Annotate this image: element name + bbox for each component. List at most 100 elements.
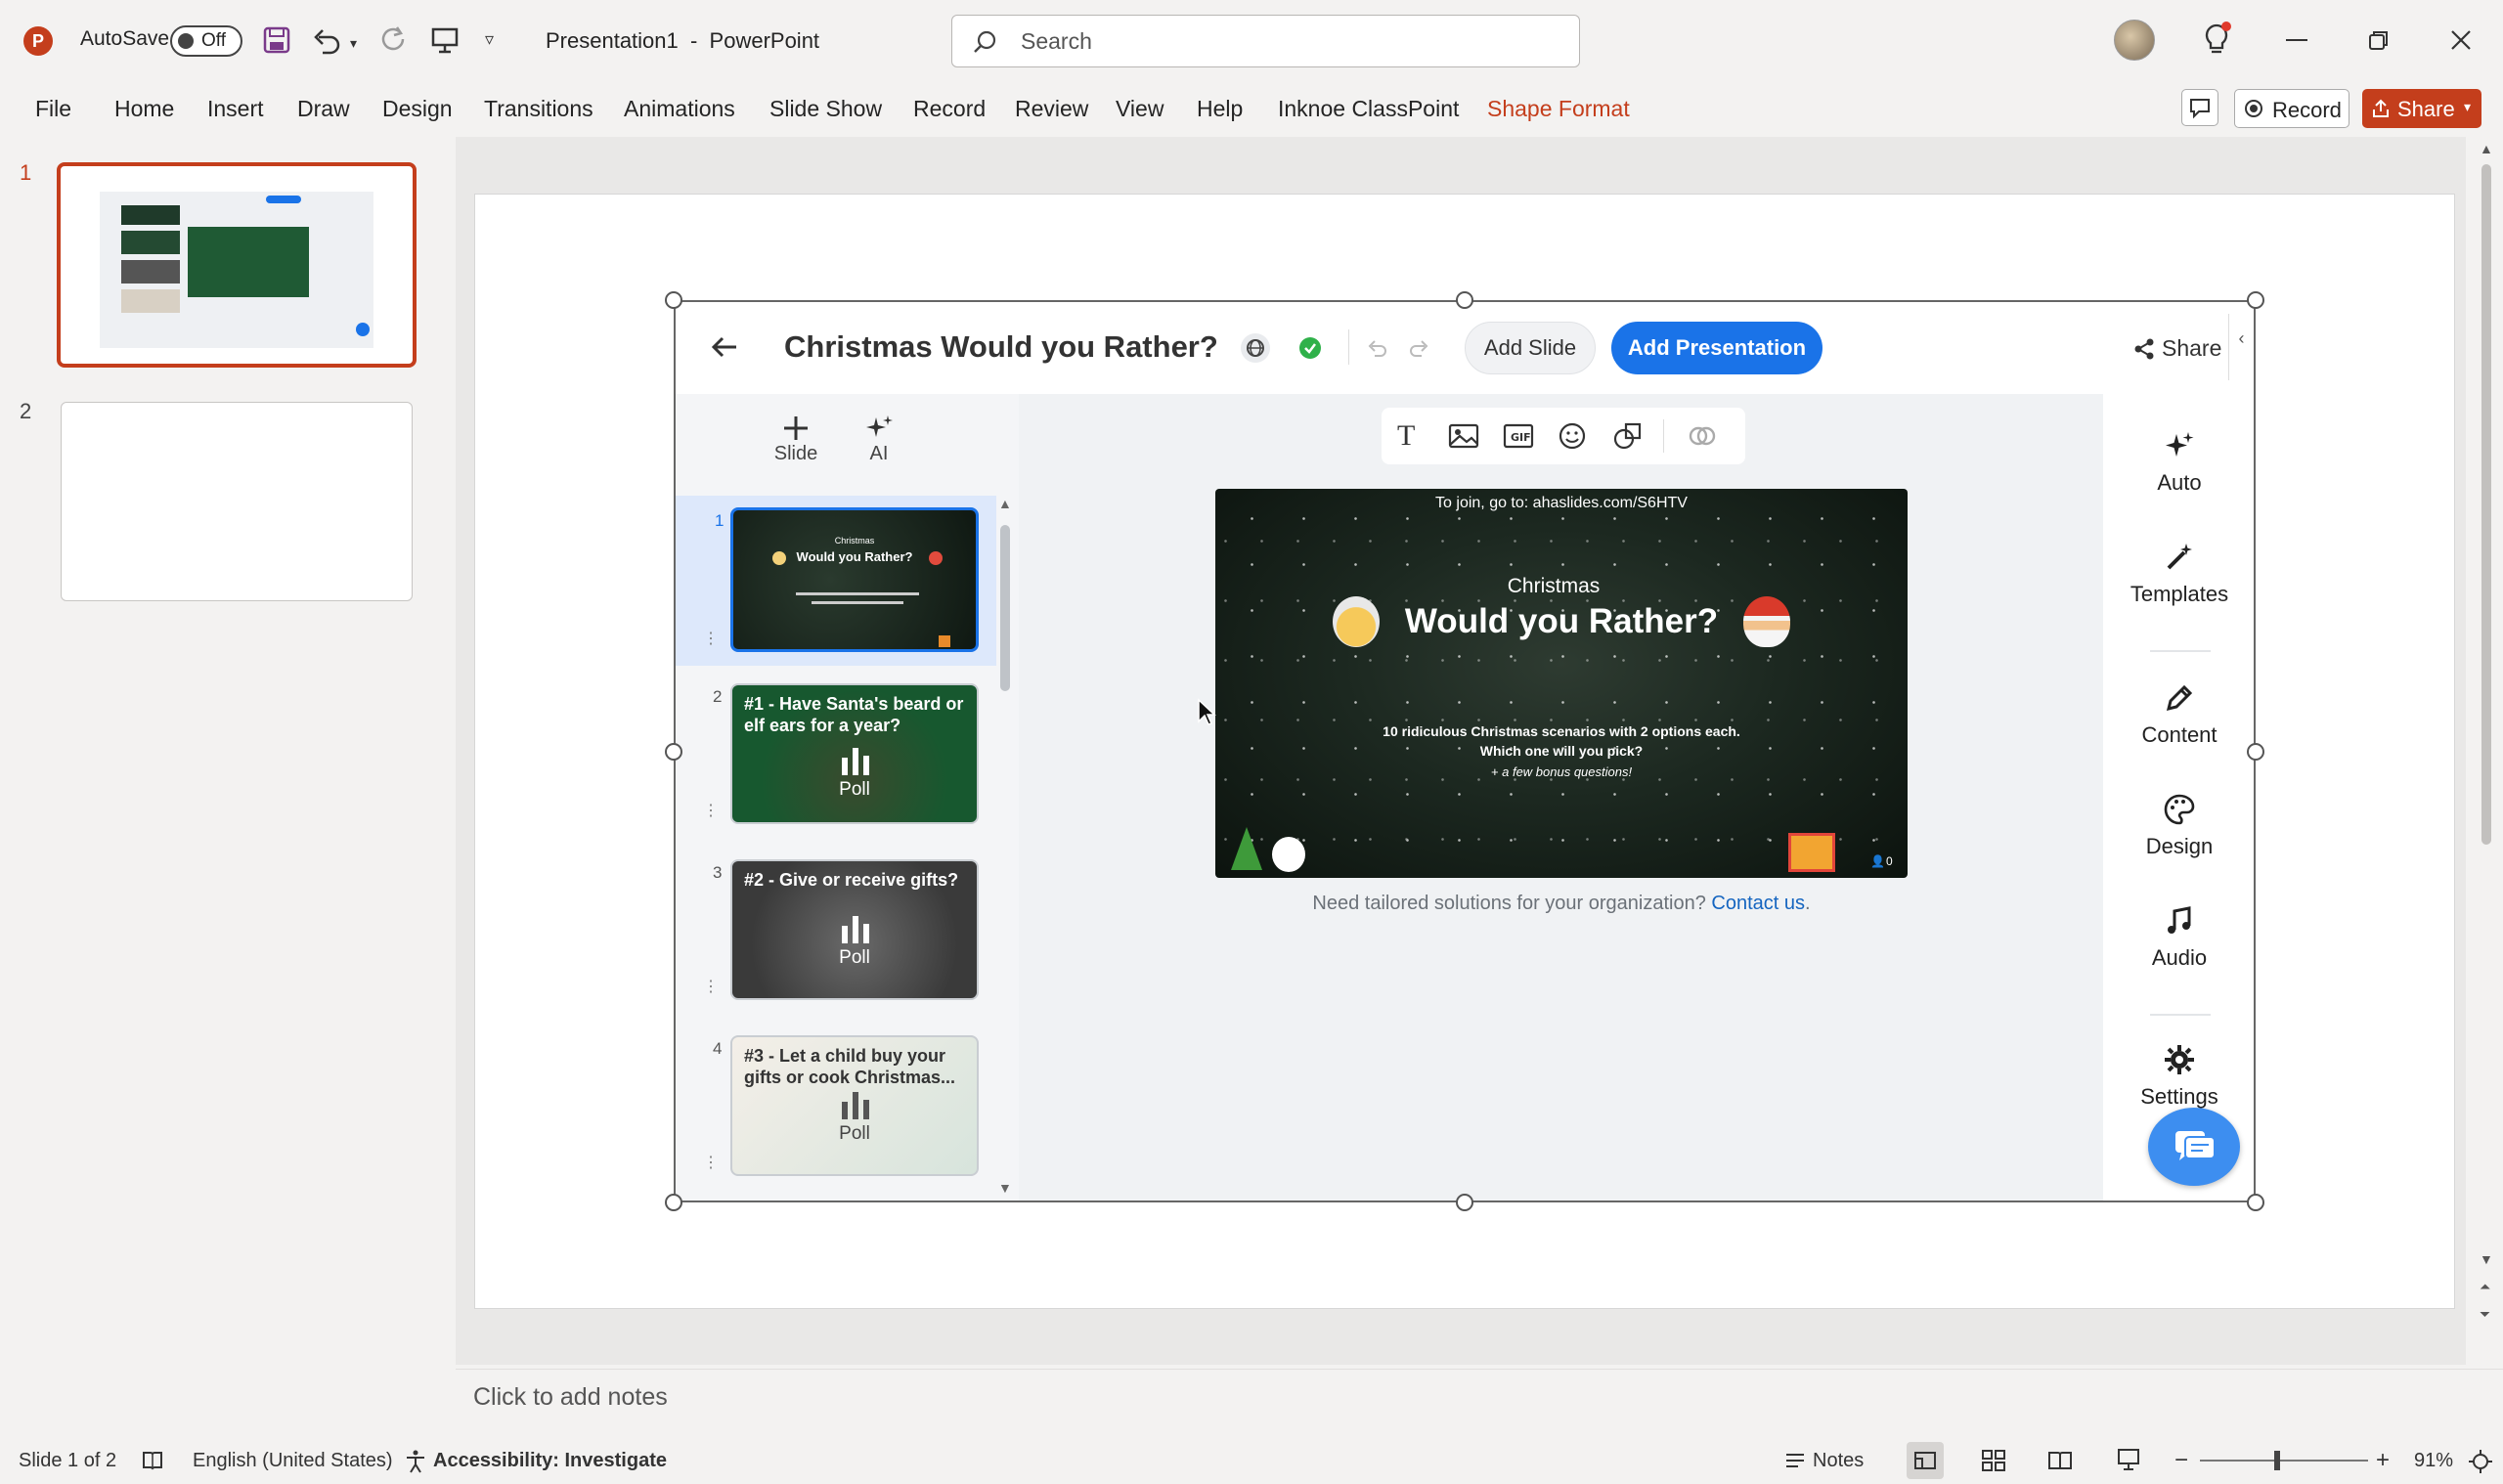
- tab-help[interactable]: Help: [1197, 82, 1243, 135]
- share-label: Share: [2397, 97, 2455, 121]
- contact-us-link[interactable]: Contact us: [1711, 893, 1805, 914]
- customize-toolbar-icon[interactable]: ▿: [485, 29, 494, 50]
- app-slide-thumb-3[interactable]: #2 - Give or receive gifts? Poll: [730, 859, 979, 1000]
- slide-list-scrollbar[interactable]: ▲ ▼: [996, 496, 1014, 1196]
- resize-handle-top-left[interactable]: [665, 291, 682, 309]
- autosave-toggle[interactable]: Off: [170, 25, 242, 57]
- content-tool[interactable]: Content: [2103, 681, 2256, 748]
- minimize-icon[interactable]: [2286, 39, 2307, 41]
- drag-handle-icon[interactable]: ⋮: [703, 977, 719, 996]
- app-slide-thumb-2[interactable]: #1 - Have Santa's beard or elf ears for …: [730, 683, 979, 824]
- settings-tool[interactable]: Settings: [2103, 1043, 2256, 1110]
- slide-thumbnail-2[interactable]: [61, 402, 413, 601]
- link-icon[interactable]: [1687, 421, 1718, 451]
- zoom-slider[interactable]: [2200, 1451, 2368, 1470]
- drag-handle-icon[interactable]: ⋮: [703, 629, 719, 648]
- design-tool[interactable]: Design: [2103, 793, 2256, 859]
- autosave-label: AutoSave: [80, 27, 170, 50]
- slide-preview[interactable]: To join, go to: ahaslides.com/S6HTV Chri…: [1215, 489, 1908, 878]
- editor-scrollbar[interactable]: ▲ ▼ ⏶ ⏷: [2476, 137, 2499, 1365]
- undo-icon[interactable]: [311, 25, 342, 55]
- image-icon[interactable]: [1448, 423, 1479, 449]
- zoom-slider-thumb[interactable]: [2274, 1451, 2280, 1470]
- chat-support-button[interactable]: [2148, 1108, 2240, 1186]
- notes-toggle[interactable]: Notes: [1813, 1437, 1864, 1484]
- ai-tool[interactable]: AI: [850, 414, 908, 465]
- app-share-button[interactable]: Share: [2132, 333, 2230, 363]
- zoom-in-icon[interactable]: +: [2376, 1437, 2390, 1484]
- zoom-level[interactable]: 91%: [2414, 1437, 2453, 1484]
- auto-tool[interactable]: Auto: [2103, 429, 2256, 496]
- reading-view-icon[interactable]: [2047, 1449, 2073, 1472]
- back-arrow-icon[interactable]: [711, 335, 738, 359]
- slide-thumbnail-1[interactable]: [57, 162, 417, 368]
- record-button[interactable]: Record: [2234, 89, 2349, 128]
- tab-file[interactable]: File: [35, 82, 71, 135]
- drag-handle-icon[interactable]: ⋮: [703, 1153, 719, 1172]
- undo-dropdown-icon[interactable]: ▾: [350, 35, 357, 52]
- avatar[interactable]: [2114, 20, 2155, 61]
- redo-icon[interactable]: [1409, 339, 1430, 357]
- tab-transitions[interactable]: Transitions: [484, 82, 593, 135]
- accessibility-status[interactable]: Accessibility: Investigate: [433, 1437, 667, 1484]
- presentation-title[interactable]: Christmas Would you Rather?: [784, 329, 1218, 365]
- drag-handle-icon[interactable]: ⋮: [703, 801, 719, 820]
- zoom-out-icon[interactable]: −: [2174, 1437, 2188, 1484]
- close-icon[interactable]: [2450, 29, 2472, 51]
- resize-handle-bottom-right[interactable]: [2247, 1194, 2264, 1211]
- restore-icon[interactable]: [2368, 29, 2390, 51]
- record-icon: [2245, 100, 2262, 117]
- tab-shape-format[interactable]: Shape Format: [1487, 82, 1630, 135]
- tab-record[interactable]: Record: [913, 82, 986, 135]
- audio-tool[interactable]: Audio: [2103, 904, 2256, 971]
- language-indicator[interactable]: English (United States): [193, 1437, 393, 1484]
- tab-inknoe-classpoint[interactable]: Inknoe ClassPoint: [1278, 82, 1459, 135]
- shapes-icon[interactable]: [1612, 421, 1644, 451]
- tab-review[interactable]: Review: [1015, 82, 1088, 135]
- normal-view-button[interactable]: [1907, 1442, 1944, 1479]
- lightbulb-icon[interactable]: [2202, 22, 2231, 57]
- globe-icon[interactable]: [1241, 333, 1270, 363]
- share-button[interactable]: Share ▾: [2362, 89, 2481, 128]
- slideshow-view-icon[interactable]: [2116, 1447, 2141, 1472]
- gif-icon[interactable]: GIF: [1503, 423, 1534, 449]
- templates-tool[interactable]: Templates: [2103, 541, 2256, 607]
- new-slide-tool[interactable]: Slide: [767, 414, 825, 465]
- spelling-check-icon[interactable]: [141, 1449, 164, 1472]
- resize-handle-top[interactable]: [1456, 291, 1473, 309]
- ahaslides-addin[interactable]: Christmas Would you Rather? Add Slide Ad…: [674, 300, 2256, 1202]
- tab-animations[interactable]: Animations: [624, 82, 735, 135]
- resize-handle-right[interactable]: [2247, 743, 2264, 761]
- add-slide-button[interactable]: Add Slide: [1465, 322, 1596, 374]
- slide-sorter-icon[interactable]: [1981, 1449, 2006, 1472]
- search-box[interactable]: Search: [951, 15, 1580, 67]
- text-icon[interactable]: T: [1397, 419, 1415, 453]
- emoji-icon[interactable]: [1558, 421, 1587, 451]
- redo-icon[interactable]: [377, 25, 409, 55]
- tab-design[interactable]: Design: [382, 82, 453, 135]
- grandma-emoji-icon: [1333, 596, 1380, 647]
- app-slide-thumb-1[interactable]: Christmas Would you Rather?: [730, 507, 979, 652]
- resize-handle-bottom-left[interactable]: [665, 1194, 682, 1211]
- collapse-panel-button[interactable]: ‹: [2228, 314, 2254, 380]
- tab-slide-show[interactable]: Slide Show: [769, 82, 882, 135]
- notes-pane[interactable]: Click to add notes: [456, 1369, 2503, 1425]
- tab-home[interactable]: Home: [114, 82, 174, 135]
- present-icon[interactable]: [430, 25, 460, 55]
- undo-icon[interactable]: [1366, 339, 1387, 357]
- previous-slide-icon[interactable]: ⏶: [2480, 1279, 2490, 1295]
- tab-view[interactable]: View: [1116, 82, 1164, 135]
- comments-button[interactable]: [2181, 89, 2218, 126]
- save-icon[interactable]: [262, 25, 291, 55]
- add-presentation-button[interactable]: Add Presentation: [1611, 322, 1822, 374]
- next-slide-icon[interactable]: ⏷: [2480, 1306, 2490, 1323]
- tab-insert[interactable]: Insert: [207, 82, 264, 135]
- resize-handle-left[interactable]: [665, 743, 682, 761]
- resize-handle-top-right[interactable]: [2247, 291, 2264, 309]
- app-slide-thumb-4[interactable]: #3 - Let a child buy your gifts or cook …: [730, 1035, 979, 1176]
- tab-draw[interactable]: Draw: [297, 82, 350, 135]
- slide-description-line-1: 10 ridiculous Christmas scenarios with 2…: [1383, 723, 1740, 739]
- fit-to-window-icon[interactable]: [2468, 1449, 2493, 1474]
- resize-handle-bottom[interactable]: [1456, 1194, 1473, 1211]
- share-nodes-icon: [2134, 338, 2154, 360]
